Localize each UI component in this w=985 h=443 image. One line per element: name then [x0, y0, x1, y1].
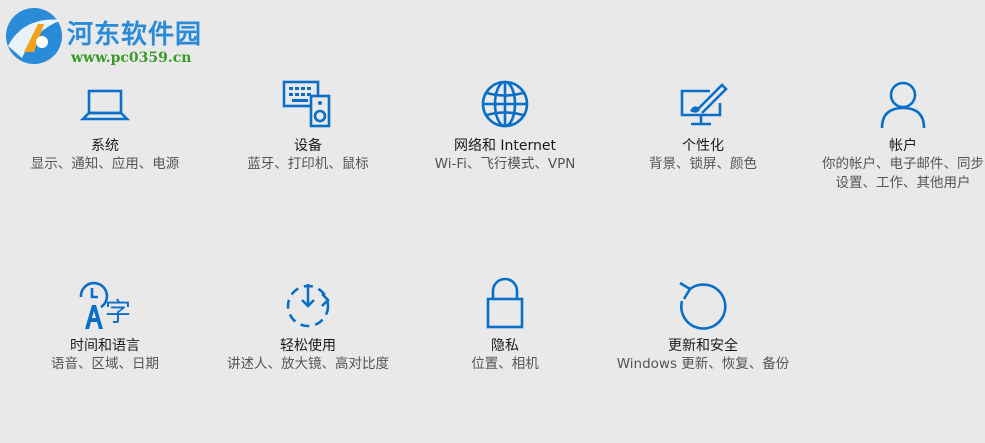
- tile-devices[interactable]: 设备 蓝牙、打印机、鼠标: [213, 76, 403, 174]
- tile-privacy-desc: 位置、相机: [471, 356, 539, 372]
- watermark: 河东软件园 www.pc0359.cn: [4, 6, 219, 68]
- personalize-icon: [680, 83, 728, 126]
- laptop-icon: [79, 89, 131, 121]
- ease-of-access-icon: [286, 284, 330, 328]
- devices-icon: [282, 80, 331, 128]
- tile-system[interactable]: 系统 显示、通知、应用、电源: [10, 76, 200, 174]
- watermark-url: www.pc0359.cn: [71, 50, 192, 66]
- tile-system-title: 系统: [91, 138, 119, 154]
- tile-personalization-desc: 背景、锁屏、颜色: [649, 156, 757, 172]
- tile-time-language-desc: 语音、区域、日期: [51, 356, 159, 372]
- tile-ease-of-access-desc: 讲述人、放大镜、高对比度: [227, 356, 389, 372]
- watermark-logo-icon: [6, 8, 62, 64]
- tile-personalization-title: 个性化: [682, 138, 724, 154]
- svg-text:字: 字: [105, 298, 131, 328]
- tile-privacy-title: 隐私: [491, 338, 519, 354]
- tile-accounts[interactable]: 帐户 你的帐户、电子邮件、同步设置、工作、其他用户: [808, 76, 985, 193]
- time-language-icon: 字: [79, 281, 131, 329]
- person-icon: [880, 81, 926, 129]
- watermark-title: 河东软件园: [67, 20, 203, 50]
- tile-devices-title: 设备: [294, 138, 322, 154]
- tile-personalization[interactable]: 个性化 背景、锁屏、颜色: [608, 76, 798, 174]
- tile-devices-desc: 蓝牙、打印机、鼠标: [247, 156, 369, 172]
- tile-network-desc: Wi-Fi、飞行模式、VPN: [434, 156, 576, 172]
- tile-ease-of-access[interactable]: 轻松使用 讲述人、放大镜、高对比度: [213, 276, 403, 374]
- tile-update-security-title: 更新和安全: [668, 338, 738, 354]
- tile-network-title: 网络和 Internet: [453, 138, 557, 154]
- tile-time-language[interactable]: 字 时间和语言 语音、区域、日期: [10, 276, 200, 374]
- tile-system-desc: 显示、通知、应用、电源: [30, 156, 180, 172]
- lock-icon: [486, 277, 524, 329]
- globe-icon: [481, 80, 529, 128]
- tile-network[interactable]: 网络和 Internet Wi-Fi、飞行模式、VPN: [410, 76, 600, 174]
- tile-ease-of-access-title: 轻松使用: [280, 338, 336, 354]
- tile-time-language-title: 时间和语言: [70, 338, 140, 354]
- tile-update-security-desc: Windows 更新、恢复、备份: [616, 356, 790, 372]
- tile-accounts-desc: 你的帐户、电子邮件、同步设置、工作、其他用户: [822, 156, 984, 191]
- refresh-icon: [679, 281, 727, 330]
- tile-privacy[interactable]: 隐私 位置、相机: [410, 276, 600, 374]
- tile-accounts-title: 帐户: [889, 138, 917, 154]
- tile-update-security[interactable]: 更新和安全 Windows 更新、恢复、备份: [608, 276, 798, 374]
